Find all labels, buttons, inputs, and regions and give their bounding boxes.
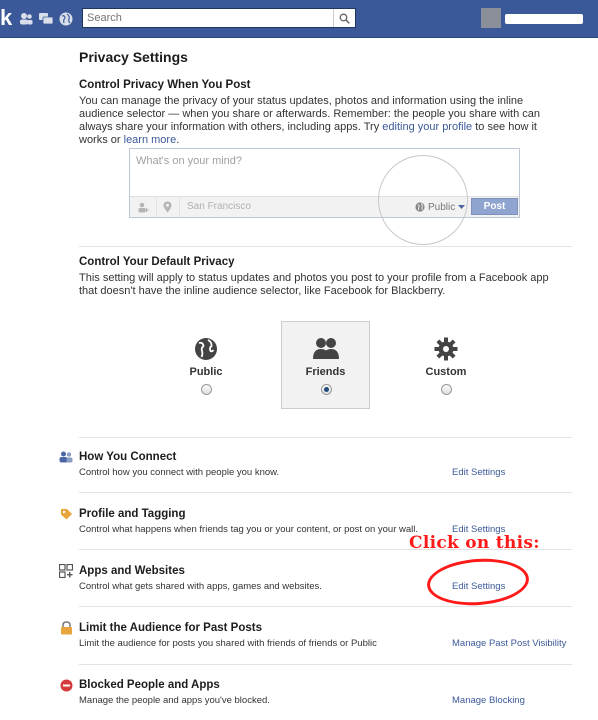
default-privacy-description: This setting will apply to status update… bbox=[79, 272, 549, 297]
location-value: San Francisco bbox=[187, 201, 251, 212]
public-radio[interactable] bbox=[201, 384, 212, 395]
blocked-people-title: Blocked People and Apps bbox=[79, 679, 220, 691]
facebook-logo[interactable]: k bbox=[0, 6, 12, 30]
globe-icon bbox=[162, 335, 250, 363]
notifications-globe-icon[interactable] bbox=[57, 10, 74, 27]
people-icon bbox=[59, 450, 73, 464]
default-privacy-heading: Control Your Default Privacy bbox=[79, 256, 235, 268]
section-divider bbox=[79, 664, 572, 665]
status-input-placeholder[interactable]: What's on your mind? bbox=[136, 155, 242, 167]
location-pin-icon[interactable] bbox=[160, 200, 174, 214]
manage-blocking-link[interactable]: Manage Blocking bbox=[452, 695, 525, 706]
privacy-option-label: Friends bbox=[305, 366, 346, 378]
friends-icon bbox=[282, 335, 369, 363]
editing-profile-link[interactable]: editing your profile bbox=[382, 121, 472, 133]
search-input[interactable] bbox=[83, 9, 323, 27]
block-icon bbox=[59, 678, 73, 692]
how-you-connect-title: How You Connect bbox=[79, 451, 177, 463]
custom-radio[interactable] bbox=[441, 384, 452, 395]
profile-tagging-title: Profile and Tagging bbox=[79, 508, 186, 520]
how-you-connect-edit-link[interactable]: Edit Settings bbox=[452, 467, 505, 478]
annotation-oval-highlight bbox=[425, 555, 531, 609]
apps-icon bbox=[59, 564, 73, 578]
search-box[interactable] bbox=[82, 8, 356, 28]
zoom-circle-highlight bbox=[378, 155, 468, 245]
section-divider bbox=[79, 606, 572, 607]
privacy-option-label: Custom bbox=[425, 366, 467, 378]
profile-tagging-desc: Control what happens when friends tag yo… bbox=[79, 524, 419, 535]
apps-websites-desc: Control what gets shared with apps, game… bbox=[79, 581, 322, 592]
friend-requests-icon[interactable] bbox=[17, 10, 34, 27]
search-icon[interactable] bbox=[333, 9, 355, 27]
privacy-option-label: Public bbox=[189, 366, 223, 378]
how-you-connect-desc: Control how you connect with people you … bbox=[79, 467, 280, 478]
post-button[interactable]: Post bbox=[471, 198, 518, 215]
messages-icon[interactable] bbox=[37, 10, 54, 27]
lock-icon bbox=[59, 621, 73, 635]
page-title: Privacy Settings bbox=[79, 49, 188, 65]
tag-friends-icon[interactable] bbox=[136, 200, 150, 214]
tag-icon bbox=[59, 507, 73, 521]
top-navigation-bar: k bbox=[0, 0, 598, 38]
gear-icon bbox=[402, 335, 490, 363]
post-privacy-heading: Control Privacy When You Post bbox=[79, 79, 251, 91]
learn-more-link[interactable]: learn more bbox=[124, 134, 177, 146]
privacy-option-public[interactable]: Public bbox=[162, 321, 250, 409]
post-privacy-description: You can manage the privacy of your statu… bbox=[79, 95, 541, 146]
profile-name-redacted[interactable] bbox=[505, 14, 583, 24]
past-posts-desc: Limit the audience for posts you shared … bbox=[79, 638, 377, 649]
past-posts-title: Limit the Audience for Past Posts bbox=[79, 622, 262, 634]
section-divider bbox=[79, 437, 572, 438]
annotation-text: Click on this: bbox=[409, 533, 540, 553]
privacy-option-friends[interactable]: Friends bbox=[281, 321, 370, 409]
section-divider bbox=[79, 492, 572, 493]
section-divider bbox=[79, 246, 572, 247]
privacy-option-custom[interactable]: Custom bbox=[402, 321, 490, 409]
profile-avatar[interactable] bbox=[481, 8, 501, 28]
apps-websites-title: Apps and Websites bbox=[79, 565, 185, 577]
manage-past-post-visibility-link[interactable]: Manage Past Post Visibility bbox=[452, 638, 566, 649]
friends-radio[interactable] bbox=[321, 384, 332, 395]
blocked-people-desc: Manage the people and apps you've blocke… bbox=[79, 695, 270, 706]
